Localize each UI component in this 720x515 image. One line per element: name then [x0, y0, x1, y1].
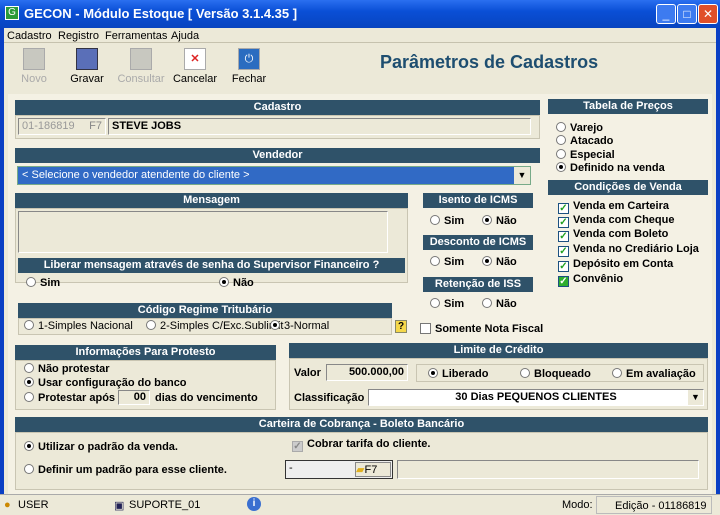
regime-header: Código Regime Tritubário: [18, 303, 392, 318]
regime-normal-radio[interactable]: 3-Normal: [270, 320, 329, 332]
title-bar: GECON - Módulo Estoque [ Versão 3.1.4.35…: [0, 0, 720, 28]
close-button[interactable]: ✕: [698, 4, 718, 24]
computer-icon: ▣: [114, 500, 125, 512]
bloqueado-radio[interactable]: Bloqueado: [520, 368, 591, 380]
classificacao-value: 30 Dias PEQUENOS CLIENTES: [455, 391, 617, 403]
cancel-button[interactable]: ✕ Cancelar: [170, 48, 220, 85]
definir-padrao-radio[interactable]: Definir um padrão para esse cliente.: [24, 464, 227, 476]
cancel-doc-icon: ✕: [184, 48, 206, 70]
valor-label: Valor: [294, 367, 321, 379]
retencao-sim-radio[interactable]: Sim: [430, 298, 464, 310]
menu-registro[interactable]: Registro: [58, 30, 99, 42]
save-button[interactable]: Gravar: [62, 48, 112, 85]
liberado-radio[interactable]: Liberado: [428, 368, 488, 380]
desconto-icms-header: Desconto de ICMS: [423, 235, 533, 250]
power-icon: ⏻: [238, 48, 260, 70]
consult-label: Consultar: [117, 73, 165, 85]
maximize-button[interactable]: □: [677, 4, 697, 24]
status-station: SUPORTE_01: [129, 499, 201, 511]
cond-deposito-checkbox[interactable]: ✓ Depósito em Conta: [558, 258, 673, 272]
desconto-sim-radio[interactable]: Sim: [430, 256, 464, 268]
status-mode: Edição - 01186819: [596, 496, 712, 514]
protestar-apos-radio[interactable]: Protestar após: [24, 392, 115, 404]
window-body: Cadastro Registro Ferramentas Ajuda Novo…: [4, 28, 716, 511]
chevron-down-icon[interactable]: ▼: [688, 390, 703, 405]
isento-nao-radio[interactable]: Não: [482, 215, 517, 227]
regime-sublimit-radio[interactable]: 2-Simples C/Exc.Sublimit: [146, 320, 283, 332]
vendedor-select[interactable]: < Selecione o vendedor atendente do clie…: [17, 166, 531, 185]
cancel-label: Cancelar: [172, 73, 218, 85]
new-button[interactable]: Novo: [9, 48, 59, 85]
f7-folder-button[interactable]: ▰F7: [355, 462, 391, 477]
retencao-iss-header: Retenção de ISS: [423, 277, 533, 292]
info-icon[interactable]: i: [247, 497, 261, 511]
cond-boleto-checkbox[interactable]: ✓ Venda com Boleto: [558, 228, 668, 242]
client-code-field[interactable]: 01-186819 F7: [18, 118, 106, 135]
mensagem-header: Mensagem: [15, 193, 408, 208]
limite-header: Limite de Crédito: [289, 343, 708, 358]
floppy-icon: [76, 48, 98, 70]
liberar-sim-radio[interactable]: Sim: [26, 277, 60, 289]
close-form-button[interactable]: ⏻ Fechar: [224, 48, 274, 85]
cond-carteira-checkbox[interactable]: ✓ Venda em Carteira: [558, 200, 669, 214]
retencao-nao-radio[interactable]: Não: [482, 298, 517, 310]
tabela-atacado-radio[interactable]: Atacado: [556, 135, 613, 147]
protesto-days-field[interactable]: 00: [118, 390, 150, 405]
liberar-nao-radio[interactable]: Não: [219, 277, 254, 289]
em-avaliacao-radio[interactable]: Em avaliação: [612, 368, 696, 380]
usar-config-banco-radio[interactable]: Usar configuração do banco: [24, 377, 187, 389]
nao-protestar-radio[interactable]: Não protestar: [24, 363, 110, 375]
menu-ferramentas[interactable]: Ferramentas: [105, 30, 167, 42]
window-title: GECON - Módulo Estoque [ Versão 3.1.4.35…: [24, 6, 298, 21]
classificacao-label: Classificação: [294, 392, 365, 404]
client-name-field[interactable]: STEVE JOBS: [108, 118, 531, 135]
cond-crediario-checkbox[interactable]: ✓ Venda no Crediário Loja: [558, 243, 699, 257]
page-title: Parâmetros de Cadastros: [380, 52, 599, 72]
classificacao-select[interactable]: 30 Dias PEQUENOS CLIENTES ▼: [368, 389, 704, 406]
liberar-header: Liberar mensagem através de senha do Sup…: [18, 258, 405, 273]
save-label: Gravar: [70, 73, 104, 85]
new-icon: [23, 48, 45, 70]
valor-field[interactable]: 500.000,00: [326, 364, 408, 381]
minimize-button[interactable]: _: [656, 4, 676, 24]
regime-simples-radio[interactable]: 1-Simples Nacional: [24, 320, 133, 332]
tabela-precos-header: Tabela de Preços: [548, 99, 708, 114]
isento-sim-radio[interactable]: Sim: [430, 215, 464, 227]
status-mode-label: Modo:: [562, 499, 593, 511]
user-icon: ●: [4, 499, 11, 511]
somente-nota-checkbox[interactable]: Somente Nota Fiscal: [420, 323, 543, 335]
help-icon[interactable]: ?: [395, 320, 407, 333]
tabela-varejo-radio[interactable]: Varejo: [556, 122, 603, 134]
cobrar-tarifa-checkbox[interactable]: ✓ Cobrar tarifa do cliente.: [292, 438, 430, 452]
f7-button[interactable]: F7: [89, 120, 102, 132]
condicoes-venda-header: Condições de Venda: [548, 180, 708, 195]
isento-icms-header: Isento de ICMS: [423, 193, 533, 208]
menu-cadastro[interactable]: Cadastro: [7, 30, 52, 42]
mensagem-textarea[interactable]: [18, 211, 388, 253]
dias-vencimento-label: dias do vencimento: [155, 392, 258, 404]
carteira-desc-field: [397, 460, 699, 479]
protesto-header: Informações Para Protesto: [15, 345, 276, 360]
status-bar: ● USER ▣ SUPORTE_01 i Modo: Edição - 011…: [0, 494, 720, 515]
carteira-header: Carteira de Cobrança - Boleto Bancário: [15, 417, 708, 432]
tabela-definido-radio[interactable]: Definido na venda: [556, 162, 665, 174]
menu-ajuda[interactable]: Ajuda: [171, 30, 199, 42]
status-user: USER: [18, 499, 49, 511]
app-logo-icon: G: [5, 6, 19, 20]
cond-convenio-checkbox[interactable]: ✓ Convênio: [558, 273, 623, 287]
close-label: Fechar: [231, 73, 267, 85]
utilizar-padrao-radio[interactable]: Utilizar o padrão da venda.: [24, 441, 178, 453]
cadastro-header: Cadastro: [15, 100, 540, 115]
vendedor-value: < Selecione o vendedor atendente do clie…: [22, 169, 250, 181]
cond-cheque-checkbox[interactable]: ✓ Venda com Cheque: [558, 214, 674, 228]
consult-button[interactable]: Consultar: [116, 48, 166, 85]
desconto-nao-radio[interactable]: Não: [482, 256, 517, 268]
search-icon: [130, 48, 152, 70]
chevron-down-icon[interactable]: ▼: [514, 167, 530, 184]
client-code: 01-186819: [22, 120, 75, 132]
vendedor-header: Vendedor: [15, 148, 540, 163]
carteira-code-field[interactable]: - ▰F7: [285, 460, 393, 479]
new-label: Novo: [21, 73, 47, 85]
tabela-especial-radio[interactable]: Especial: [556, 149, 615, 161]
